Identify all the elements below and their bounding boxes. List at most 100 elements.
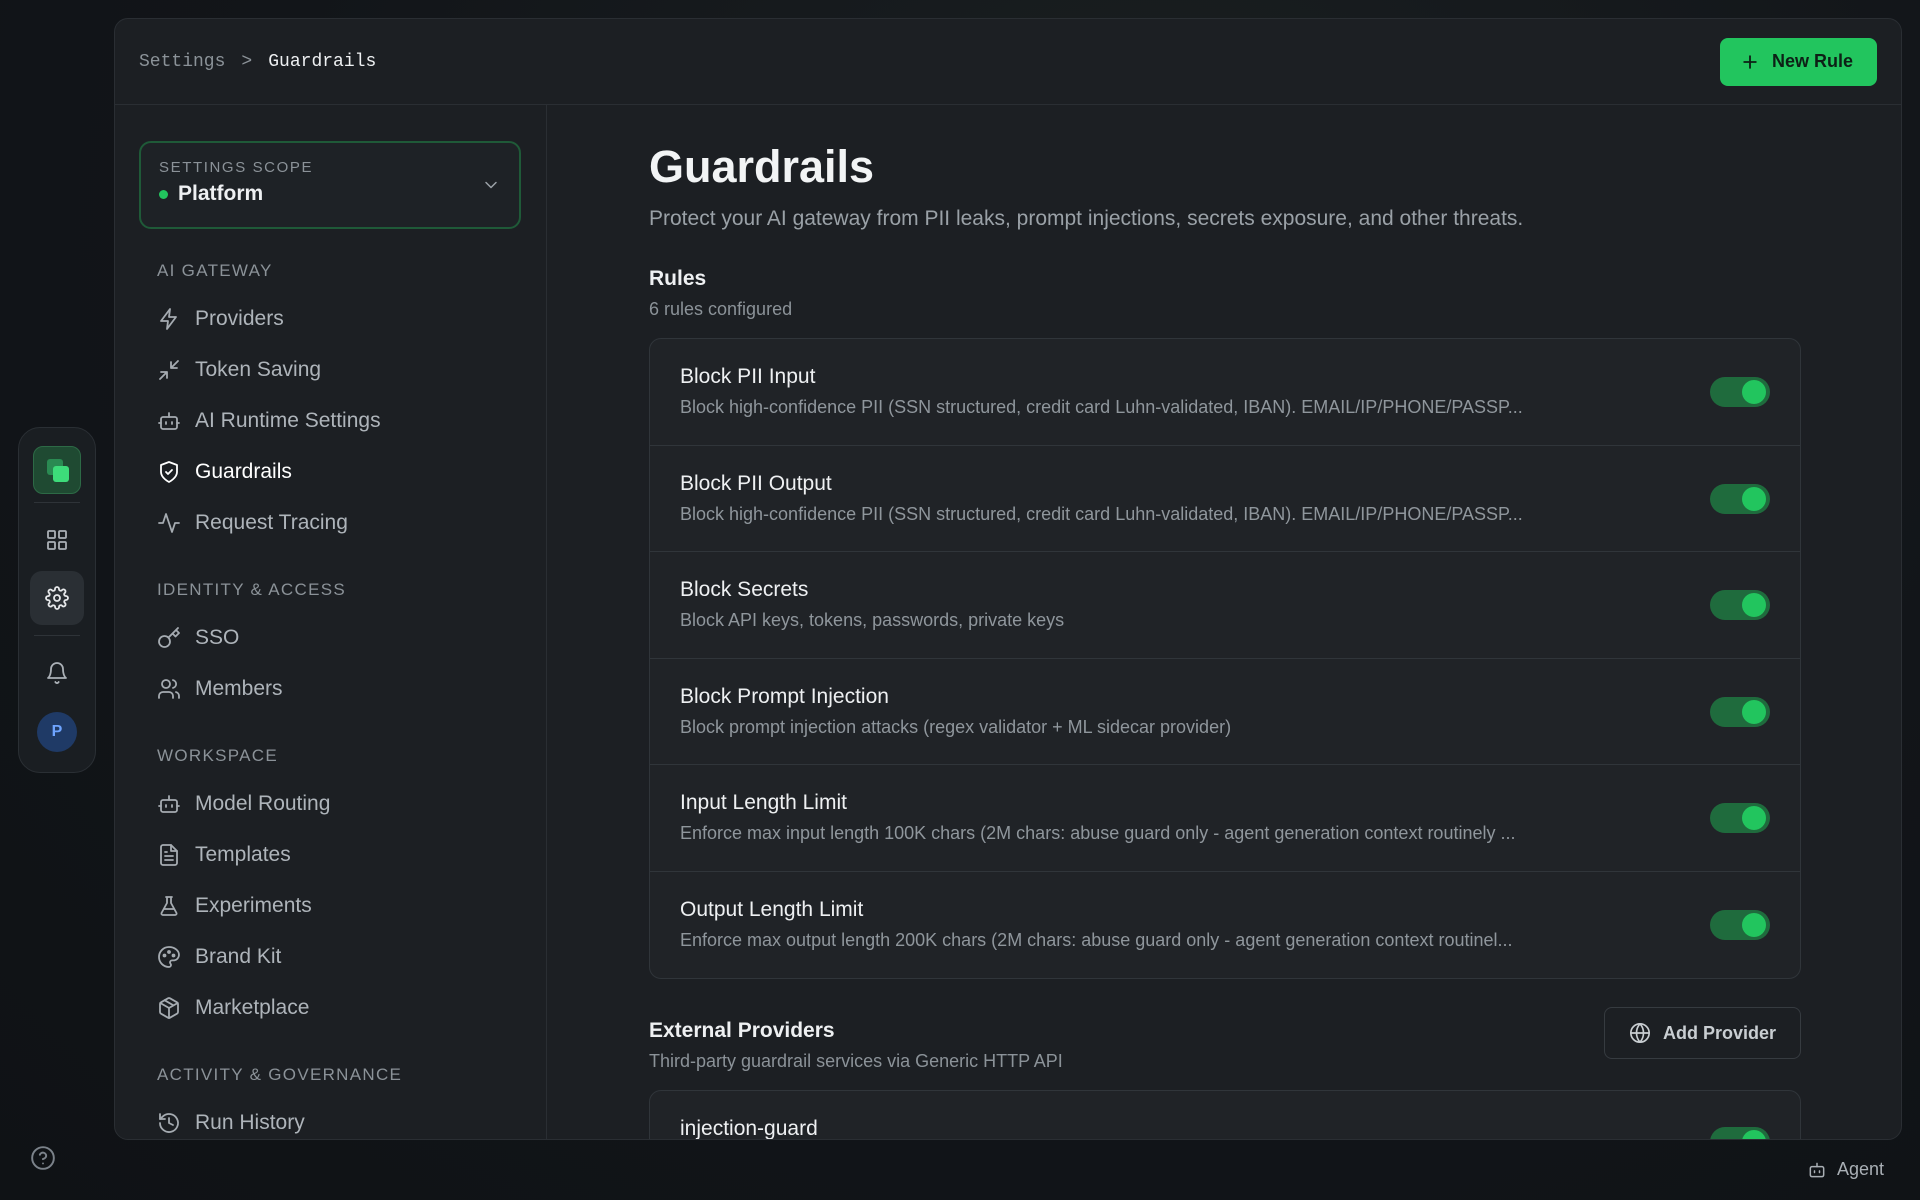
nav-group-title: IDENTITY & ACCESS [157,580,346,599]
bot-icon [158,411,180,430]
nav-group-identity-access: IDENTITY & ACCESS SSO Members [139,580,522,714]
breadcrumb-current: Guardrails [268,51,377,72]
help-button[interactable] [30,1145,56,1171]
rule-name: Output Length Limit [680,897,864,921]
nav-group-workspace: WORKSPACE Model Routing Templates Experi… [139,746,522,1033]
gear-icon [45,586,69,610]
sidebar-item-token-saving[interactable]: Token Saving [157,344,522,395]
package-icon [159,996,179,1019]
sidebar-item-ai-runtime-settings[interactable]: AI Runtime Settings [157,395,522,446]
rule-toggle[interactable] [1710,483,1770,514]
sidebar-item-marketplace[interactable]: Marketplace [157,982,522,1033]
rule-row[interactable]: Output Length Limit Enforce max output l… [650,872,1800,979]
scope-value: Platform [178,182,264,205]
sidebar-item-providers[interactable]: Providers [157,293,522,344]
rule-toggle[interactable] [1710,803,1770,833]
sidebar-item-label: SSO [195,625,240,649]
sidebar-item-label: Model Routing [195,791,331,815]
provider-toggle[interactable] [1710,1127,1770,1139]
breadcrumb-settings[interactable]: Settings [139,52,225,72]
rule-description: Block prompt injection attacks (regex va… [680,716,1232,737]
help-circle-icon [31,1146,55,1170]
minimize-icon [159,359,179,380]
rule-row[interactable]: Block Prompt Injection Block prompt inje… [650,659,1800,765]
rule-name: Input Length Limit [680,791,847,814]
rule-toggle[interactable] [1710,909,1770,940]
sidebar-item-label: Token Saving [195,357,322,381]
new-rule-label: New Rule [1771,51,1853,71]
agent-label: Agent [1836,1159,1884,1179]
rule-row[interactable]: Block Secrets Block API keys, tokens, pa… [650,552,1800,659]
dashboard-button[interactable] [30,513,84,567]
external-providers-header: External Providers Third-party guardrail… [649,1007,1801,1072]
add-provider-label: Add Provider [1662,1022,1776,1043]
sidebar-item-sso[interactable]: SSO [157,612,522,663]
notifications-button[interactable] [30,646,84,700]
breadcrumb: Settings > Guardrails [139,52,376,72]
nav-group-title: WORKSPACE [157,746,278,765]
sidebar-item-label: Guardrails [195,459,292,483]
status-dot [159,189,168,199]
bot-icon [158,794,180,813]
nav-group-activity-governance: ACTIVITY & GOVERNANCE Run History [139,1065,522,1139]
settings-sidebar: SETTINGS SCOPE Platform AI GATEWAY Provi… [115,105,547,1139]
sidebar-item-templates[interactable]: Templates [157,829,522,880]
nav-group-title: AI GATEWAY [157,261,273,280]
rule-toggle[interactable] [1710,590,1770,620]
sidebar-item-label: Marketplace [195,995,310,1019]
rule-row[interactable]: Block PII Input Block high-confidence PI… [650,339,1800,446]
sidebar-item-label: Experiments [195,893,312,917]
zap-icon [160,307,177,330]
agent-button[interactable]: Agent [1807,1159,1884,1180]
rule-description: Block API keys, tokens, passwords, priva… [680,610,1065,630]
sidebar-item-label: Providers [195,306,284,330]
plus-icon [1743,54,1757,69]
breadcrumb-separator: > [241,51,253,72]
rule-name: Block PII Input [680,365,816,388]
provider-card[interactable]: injection-guard [649,1090,1801,1139]
bell-icon [47,662,67,684]
flask-icon [160,895,178,916]
key-icon [158,626,180,648]
app-logo[interactable] [33,446,81,494]
rules-list: Block PII Input Block high-confidence PI… [649,338,1801,979]
avatar[interactable]: P [37,712,77,752]
globe-icon [1629,1023,1650,1043]
nav-group-title: ACTIVITY & GOVERNANCE [157,1065,403,1084]
sidebar-item-request-tracing[interactable]: Request Tracing [157,497,522,548]
add-provider-button[interactable]: Add Provider [1603,1007,1801,1059]
sidebar-item-label: Templates [195,842,291,866]
top-bar: Settings > Guardrails New Rule [115,19,1901,105]
rule-row[interactable]: Block PII Output Block high-confidence P… [650,446,1800,552]
rule-description: Enforce max input length 100K chars (2M … [680,823,1516,843]
sidebar-item-label: Request Tracing [195,510,348,534]
bot-icon [1809,1162,1825,1177]
activity-icon [158,512,180,533]
file-text-icon [160,843,178,866]
new-rule-button[interactable]: New Rule [1719,37,1877,86]
main-content: Guardrails Protect your AI gateway from … [547,105,1901,1139]
sidebar-item-members[interactable]: Members [157,663,522,714]
rule-description: Block high-confidence PII (SSN structure… [680,397,1523,417]
rule-toggle[interactable] [1710,377,1770,407]
rules-title: Rules [649,267,707,290]
rule-toggle[interactable] [1710,696,1770,727]
sidebar-item-label: Brand Kit [195,944,282,968]
app-rail: P [18,427,96,773]
users-icon [158,678,180,699]
sidebar-item-label: AI Runtime Settings [195,408,381,432]
settings-scope-select[interactable]: SETTINGS SCOPE Platform [139,141,521,229]
page-subtitle: Protect your AI gateway from PII leaks, … [649,207,1524,230]
rule-row[interactable]: Input Length Limit Enforce max input len… [650,765,1800,872]
chevron-down-icon [485,181,497,189]
sidebar-item-guardrails[interactable]: Guardrails [157,446,522,497]
palette-icon [158,945,180,968]
rules-count: 6 rules configured [649,299,793,319]
sidebar-item-model-routing[interactable]: Model Routing [157,778,522,829]
provider-name: injection-guard [680,1117,818,1139]
sidebar-item-run-history[interactable]: Run History [157,1097,522,1139]
sidebar-item-brand-kit[interactable]: Brand Kit [157,931,522,982]
history-icon [159,1112,179,1133]
settings-button[interactable] [30,571,84,625]
sidebar-item-experiments[interactable]: Experiments [157,880,522,931]
